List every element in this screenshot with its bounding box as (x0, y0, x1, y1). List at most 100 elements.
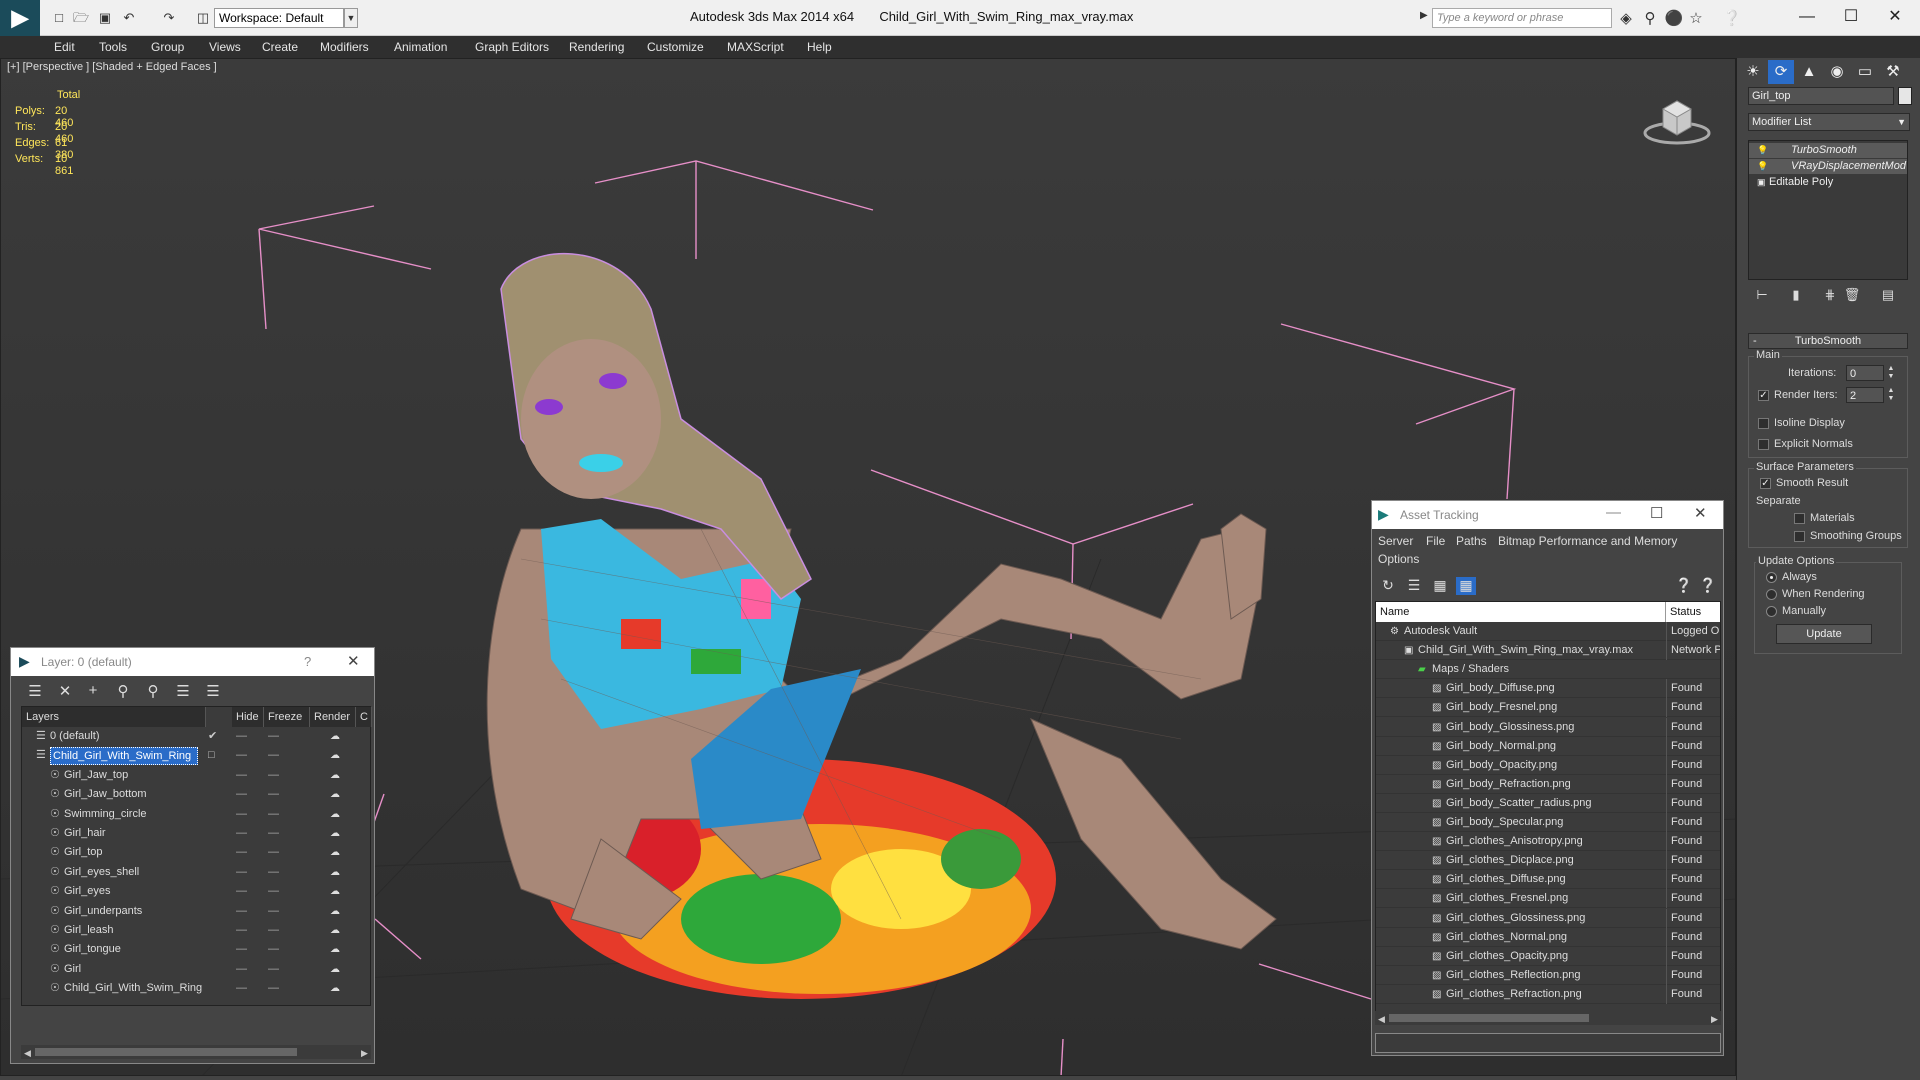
horizontal-scrollbar[interactable]: ◀ ▶ (1375, 1011, 1721, 1025)
hide-toggle[interactable]: — (236, 785, 247, 804)
freeze-toggle[interactable]: — (268, 746, 279, 765)
menu-modifiers[interactable]: Modifiers (320, 40, 369, 54)
freeze-toggle[interactable]: — (268, 766, 279, 785)
object-name-field[interactable]: Girl_top (1748, 87, 1894, 105)
menu-create[interactable]: Create (262, 40, 298, 54)
asset-row[interactable]: ▨ Girl_body_Glossiness.png Found (1376, 717, 1720, 737)
hide-toggle[interactable]: — (236, 921, 247, 940)
layer-row[interactable]: ☉ Girl_Jaw_top — — ☁ (22, 766, 370, 785)
table-view-icon[interactable]: ▦ (1430, 577, 1450, 595)
smooth-result-checkbox[interactable]: ✓ (1760, 478, 1771, 489)
hide-all-icon[interactable]: ☰ (173, 682, 193, 702)
binoculars-icon[interactable]: ◈ (1616, 9, 1636, 27)
asset-row[interactable]: ▨ Girl_clothes_Anisotropy.png Found (1376, 832, 1720, 852)
asset-row[interactable]: ▨ Girl_body_Normal.png Found (1376, 736, 1720, 756)
hide-toggle[interactable]: — (236, 766, 247, 785)
hide-toggle[interactable]: — (236, 805, 247, 824)
manually-radio[interactable] (1766, 606, 1777, 617)
asset-menu-options[interactable]: Options (1378, 552, 1419, 566)
workspace-dropdown-arrow-icon[interactable]: ▼ (344, 8, 358, 28)
asset-row[interactable]: ▨ Girl_body_Opacity.png Found (1376, 755, 1720, 775)
hide-toggle[interactable]: — (236, 746, 247, 765)
minimize-icon[interactable]: — (1784, 4, 1830, 30)
create-layer-icon[interactable]: ☰ (25, 682, 45, 702)
search-input[interactable]: Type a keyword or phrase (1432, 8, 1612, 28)
remove-modifier-icon[interactable]: 🗑 (1842, 287, 1862, 305)
explicit-normals-checkbox[interactable] (1758, 439, 1769, 450)
freeze-toggle[interactable]: — (268, 902, 279, 921)
layer-row[interactable]: ☉ Girl_tongue — — ☁ (22, 940, 370, 959)
layer-row[interactable]: ☉ Girl_eyes_shell — — ☁ (22, 863, 370, 882)
redo-icon[interactable]: ↷ (160, 9, 178, 27)
pin-stack-icon[interactable]: ⊢ (1752, 287, 1772, 305)
column-hide[interactable]: Hide (232, 707, 264, 727)
menu-graph-editors[interactable]: Graph Editors (475, 40, 549, 54)
maximize-icon[interactable]: ☐ (1650, 504, 1663, 522)
layer-row[interactable]: ☉ Girl_hair — — ☁ (22, 824, 370, 843)
active-layer-check-icon[interactable]: ✔ (208, 727, 217, 746)
viewcube-icon[interactable] (1641, 89, 1711, 149)
asset-row[interactable]: ▨ Girl_clothes_Reflection.png Found (1376, 965, 1720, 985)
hide-toggle[interactable]: — (236, 824, 247, 843)
column-freeze[interactable]: Freeze (264, 707, 310, 727)
modifier-list-dropdown[interactable]: Modifier List ▼ (1748, 113, 1910, 131)
layer-row[interactable]: ☉ Girl_top — — ☁ (22, 843, 370, 862)
render-teapot-icon[interactable]: ☁ (330, 979, 340, 998)
render-teapot-icon[interactable]: ☁ (330, 785, 340, 804)
render-teapot-icon[interactable]: ☁ (330, 746, 340, 765)
asset-row[interactable]: ▨ Girl_body_Specular.png Found (1376, 813, 1720, 832)
help-button[interactable]: ? (304, 654, 311, 669)
freeze-toggle[interactable]: — (268, 882, 279, 901)
asset-row[interactable]: ▣ Child_Girl_With_Swim_Ring_max_vray.max N… (1376, 641, 1720, 661)
save-file-icon[interactable]: ▣ (96, 9, 114, 27)
render-teapot-icon[interactable]: ☁ (330, 921, 340, 940)
asset-row[interactable]: ▨ Girl_body_Fresnel.png Found (1376, 698, 1720, 718)
freeze-toggle[interactable]: — (268, 727, 279, 746)
freeze-toggle[interactable]: — (268, 940, 279, 959)
expand-plus-icon[interactable]: ▣ (1757, 175, 1766, 190)
menu-group[interactable]: Group (151, 40, 184, 54)
highlight-layer-icon[interactable]: ⚲ (143, 682, 163, 702)
menu-tools[interactable]: Tools (99, 40, 127, 54)
close-icon[interactable]: ✕ (1872, 4, 1918, 30)
render-teapot-icon[interactable]: ☁ (330, 805, 340, 824)
maximize-icon[interactable]: ☐ (1828, 4, 1874, 30)
utilities-tab-icon[interactable]: ⚒ (1880, 60, 1906, 84)
asset-row[interactable]: ▨ Girl_clothes_Glossiness.png Found (1376, 908, 1720, 928)
freeze-toggle[interactable]: — (268, 979, 279, 998)
column-layers[interactable]: Layers (22, 707, 206, 727)
isoline-display-checkbox[interactable] (1758, 418, 1769, 429)
freeze-toggle[interactable]: — (268, 805, 279, 824)
asset-row[interactable]: ▨ Girl_body_Diffuse.png Found (1376, 679, 1720, 699)
iterations-spinner[interactable]: 0 (1846, 365, 1884, 381)
layer-row[interactable]: ☉ Girl_eyes — — ☁ (22, 882, 370, 901)
hide-toggle[interactable]: — (236, 882, 247, 901)
close-icon[interactable]: ✕ (1694, 504, 1707, 522)
column-render[interactable]: Render (310, 707, 356, 727)
layer-window-titlebar[interactable]: ▶ Layer: 0 (default) ? ✕ (11, 648, 374, 676)
hide-toggle[interactable]: — (236, 940, 247, 959)
favorites-star-icon[interactable]: ☆ (1686, 9, 1706, 27)
menu-animation[interactable]: Animation (394, 40, 447, 54)
layer-row[interactable]: ☉ Girl_underpants — — ☁ (22, 902, 370, 921)
layer-row[interactable]: ☉ Girl_Jaw_bottom — — ☁ (22, 785, 370, 804)
modify-tab-icon[interactable]: ⟳ (1768, 60, 1794, 84)
communication-center-icon[interactable]: ⚫ (1664, 9, 1684, 27)
modifier-stack[interactable]: 💡 TurboSmooth 💡 VRayDisplacementMod ▣ Ed… (1748, 140, 1908, 280)
horizontal-scrollbar[interactable]: ◀ ▶ (21, 1045, 371, 1059)
render-teapot-icon[interactable]: ☁ (330, 960, 340, 979)
menu-views[interactable]: Views (209, 40, 241, 54)
spinner-arrows-icon[interactable]: ▲ ▼ (1886, 387, 1896, 403)
hide-toggle[interactable]: — (236, 863, 247, 882)
menu-rendering[interactable]: Rendering (569, 40, 624, 54)
lightbulb-icon[interactable]: 💡 (1757, 143, 1768, 158)
select-objects-icon[interactable]: ⚲ (113, 682, 133, 702)
new-file-icon[interactable]: □ (50, 9, 68, 27)
menu-customize[interactable]: Customize (647, 40, 704, 54)
object-color-swatch[interactable] (1898, 87, 1912, 105)
spinner-arrows-icon[interactable]: ▲ ▼ (1886, 365, 1896, 381)
asset-row[interactable]: ▨ Girl_clothes_Normal.png Found (1376, 927, 1720, 947)
freeze-toggle[interactable]: — (268, 960, 279, 979)
render-teapot-icon[interactable]: ☁ (330, 882, 340, 901)
motion-tab-icon[interactable]: ◉ (1824, 60, 1850, 84)
